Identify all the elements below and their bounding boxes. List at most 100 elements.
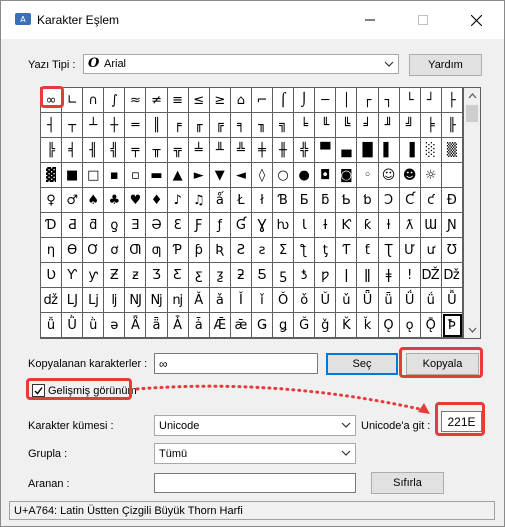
character-cell[interactable]: ƨ	[251, 238, 274, 263]
character-cell[interactable]: ╨	[209, 138, 231, 163]
character-cell[interactable]: Ʀ	[209, 238, 231, 263]
character-cell[interactable]: ╢	[83, 138, 105, 163]
scroll-up-button[interactable]	[464, 88, 480, 104]
character-cell[interactable]: ╜	[378, 113, 400, 138]
character-cell[interactable]: ◄	[230, 163, 252, 188]
character-cell[interactable]: ƿ	[315, 263, 337, 288]
character-cell[interactable]: ╓	[188, 113, 210, 138]
character-cell[interactable]: ∫	[104, 88, 126, 113]
character-cell[interactable]: ǀ	[336, 263, 358, 288]
character-cell[interactable]: Ɯ	[420, 213, 442, 238]
character-cell[interactable]: Ʒ	[146, 263, 168, 288]
character-cell[interactable]: ╬	[294, 138, 316, 163]
scroll-thumb[interactable]	[466, 105, 478, 122]
character-cell[interactable]: ư	[420, 238, 442, 263]
character-cell[interactable]: Ƙ	[336, 213, 358, 238]
character-cell[interactable]: Ʈ	[378, 238, 400, 263]
character-cell[interactable]: Ƽ	[251, 263, 274, 288]
character-cell[interactable]: Ǒ	[273, 288, 295, 313]
advanced-view-checkbox[interactable]	[32, 384, 45, 397]
character-cell[interactable]: ⌡	[294, 88, 316, 113]
close-button[interactable]	[453, 1, 499, 39]
character-cell[interactable]: ╘	[294, 113, 316, 138]
character-cell[interactable]: Ɣ	[251, 213, 274, 238]
character-cell[interactable]: Ƃ	[294, 188, 316, 213]
character-cell[interactable]: ǃ	[399, 263, 421, 288]
character-cell[interactable]: Ʃ	[273, 238, 295, 263]
character-cell[interactable]: ╣	[104, 138, 126, 163]
character-cell[interactable]: ƣ	[146, 238, 168, 263]
character-cell[interactable]: ╟	[441, 113, 463, 138]
character-cell[interactable]: Ǡ	[167, 313, 189, 338]
character-cell[interactable]: ƙ	[357, 213, 379, 238]
character-cell[interactable]: ǔ	[336, 288, 358, 313]
character-cell[interactable]: ǒ	[294, 288, 316, 313]
character-cell[interactable]: ╩	[230, 138, 252, 163]
character-cell[interactable]: ┴	[83, 113, 105, 138]
character-cell[interactable]: ╝	[399, 113, 421, 138]
character-cell[interactable]: Ǩ	[336, 313, 358, 338]
character-cell[interactable]: Ǉ	[62, 288, 84, 313]
character-cell[interactable]: Ƣ	[125, 238, 147, 263]
character-cell[interactable]: Ǜ	[62, 313, 84, 338]
character-cell[interactable]: ƫ	[315, 238, 337, 263]
character-cell[interactable]: ▒	[441, 138, 463, 163]
character-cell[interactable]: ♀	[41, 188, 63, 213]
character-cell[interactable]: ǖ	[378, 288, 400, 313]
character-cell[interactable]: ♪	[167, 188, 189, 213]
character-cell[interactable]: Ơ	[83, 238, 105, 263]
character-cell[interactable]: Ꝥ	[441, 313, 463, 338]
character-cell[interactable]: ╦	[167, 138, 189, 163]
advanced-view-label[interactable]: Gelişmiş görünüm	[48, 385, 137, 397]
character-cell[interactable]: Ǧ	[294, 313, 316, 338]
character-cell[interactable]: ┬	[62, 113, 84, 138]
character-cell[interactable]: ǚ	[41, 313, 63, 338]
character-cell[interactable]: Ǆ	[420, 263, 442, 288]
character-cell[interactable]: Ƹ	[167, 263, 189, 288]
character-cell[interactable]: ǌ	[167, 288, 189, 313]
character-cell[interactable]: ☼	[420, 163, 442, 188]
character-cell[interactable]: ◦	[357, 163, 379, 188]
character-cell[interactable]: ƞ	[41, 238, 63, 263]
character-cell[interactable]: Ƅ	[336, 188, 358, 213]
character-cell[interactable]: ♫	[188, 188, 210, 213]
character-cell[interactable]: ∞	[41, 88, 63, 113]
character-cell[interactable]: ≡	[167, 88, 189, 113]
character-cell[interactable]: ╡	[62, 138, 84, 163]
character-cell[interactable]: └	[399, 88, 421, 113]
character-cell[interactable]: ▌	[378, 138, 400, 163]
character-cell[interactable]: ▄	[336, 138, 358, 163]
character-cell[interactable]: ƴ	[83, 263, 105, 288]
character-cell[interactable]: ⌠	[273, 88, 295, 113]
character-cell[interactable]: Ǫ	[378, 313, 400, 338]
group-dropdown[interactable]: Tümü	[154, 443, 356, 464]
character-cell[interactable]: ┤	[41, 113, 63, 138]
character-cell[interactable]: ╫	[273, 138, 295, 163]
character-cell[interactable]: ƥ	[188, 238, 210, 263]
character-cell[interactable]: ├	[441, 88, 463, 113]
character-cell[interactable]: ǻ	[209, 188, 231, 213]
character-cell[interactable]: Ǘ	[399, 288, 421, 313]
character-cell[interactable]: ǡ	[188, 313, 210, 338]
character-cell[interactable]: Ɓ	[273, 188, 295, 213]
character-cell[interactable]: ┌	[357, 88, 379, 113]
character-cell[interactable]: ǫ	[399, 313, 421, 338]
character-cell[interactable]: □	[83, 163, 105, 188]
character-cell[interactable]: Ƶ	[104, 263, 126, 288]
character-cell[interactable]: ╔	[209, 113, 231, 138]
character-cell[interactable]: ╥	[146, 138, 168, 163]
copy-button[interactable]: Kopyala	[406, 353, 479, 375]
character-cell[interactable]: ┐	[378, 88, 400, 113]
character-cell[interactable]: │	[336, 88, 358, 113]
character-cell[interactable]: Ɲ	[441, 213, 463, 238]
character-cell[interactable]: Ǝ	[125, 213, 147, 238]
character-cell[interactable]: ƪ	[294, 238, 316, 263]
character-cell[interactable]: Ǖ	[357, 288, 379, 313]
minimize-button[interactable]	[347, 1, 393, 39]
character-cell[interactable]: Ɨ	[315, 213, 337, 238]
character-cell[interactable]: ≥	[209, 88, 231, 113]
character-cell[interactable]: ⌂	[230, 88, 252, 113]
character-cell[interactable]: ┼	[104, 113, 126, 138]
character-cell[interactable]: ∟	[62, 88, 84, 113]
character-cell[interactable]: ░	[420, 138, 442, 163]
